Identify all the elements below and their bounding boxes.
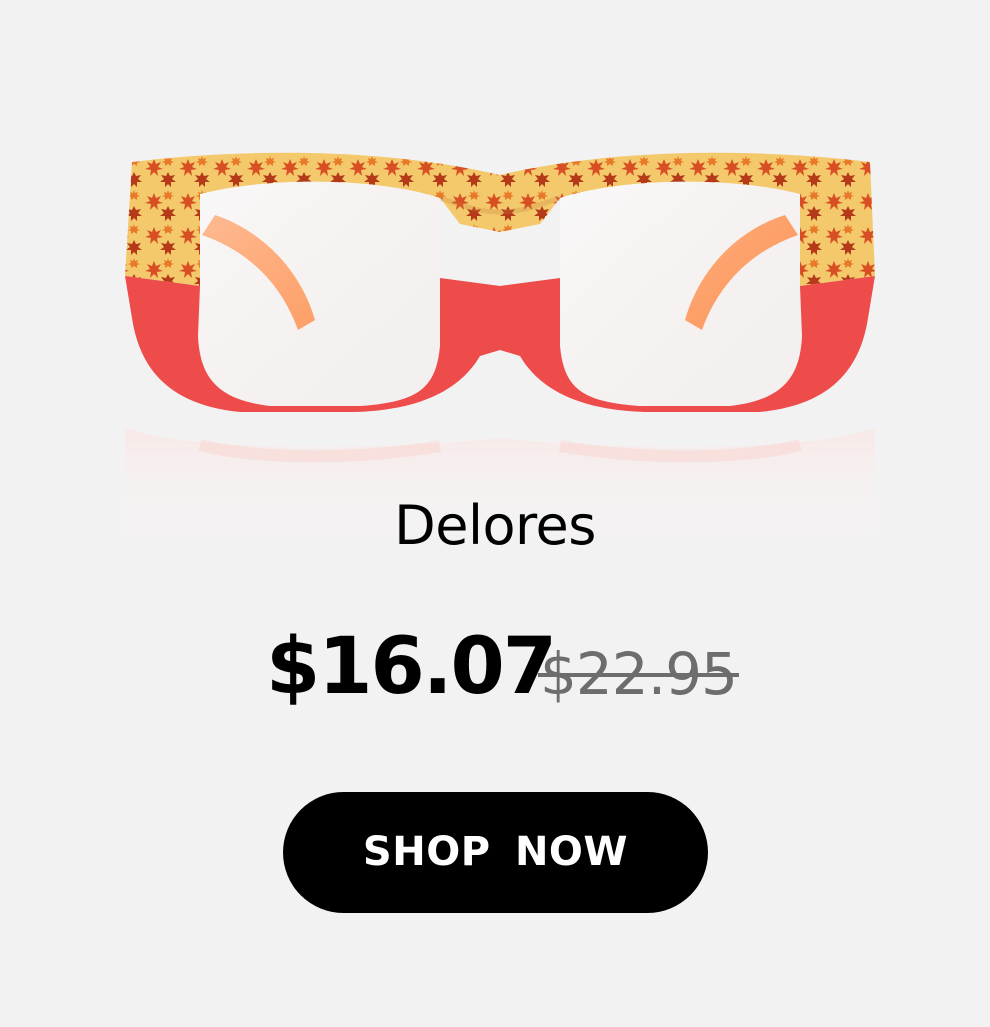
original-price-strikethrough: $22.95 xyxy=(540,640,738,708)
product-card: Delores $16.07 $22.95 SHOP NOW xyxy=(0,0,990,1027)
product-name: Delores xyxy=(394,494,596,557)
shop-now-button[interactable]: SHOP NOW xyxy=(283,792,708,913)
sale-price: $16.07 xyxy=(266,622,557,712)
